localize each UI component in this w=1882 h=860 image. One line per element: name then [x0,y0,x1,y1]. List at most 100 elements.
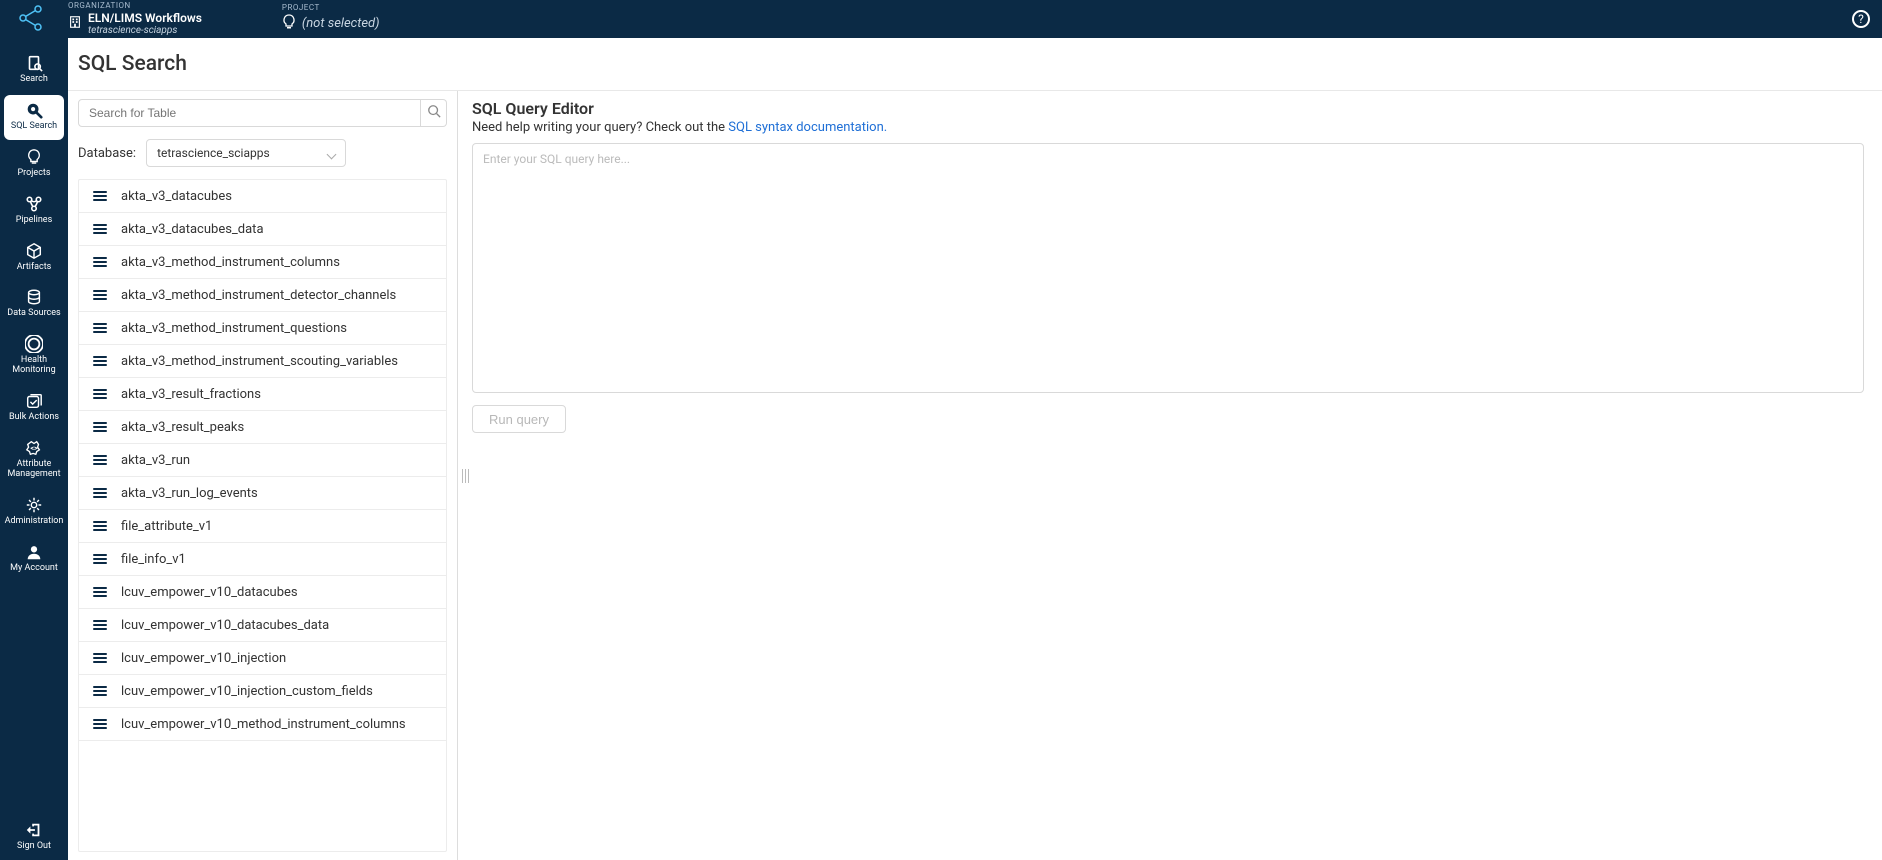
nav-pipelines-label: Pipelines [16,216,52,226]
table-icon [93,521,107,531]
side-nav: Search SQL SearchProjects Pipelines Artifac… [0,38,68,860]
sql-doc-link[interactable]: SQL syntax documentation. [728,120,887,135]
bulk-actions-icon [25,392,43,410]
tables-panel: Database: tetrascience_sciapps akta_v3_d… [68,91,458,860]
table-name: lcuv_empower_v10_method_instrument_colum… [121,717,406,732]
main-area: SearchSQL SearchProjectsPipelinesArtifac… [0,38,1882,860]
nav-data-sources[interactable]: Data Sources [4,282,64,327]
table-name: file_attribute_v1 [121,519,212,534]
table-row[interactable]: lcuv_empower_v10_method_instrument_colum… [79,708,446,741]
query-editor-help: Need help writing your query? Check out … [472,120,1864,135]
organization-label: ORGANIZATION [68,2,202,10]
table-icon [93,587,107,597]
table-row[interactable]: akta_v3_result_peaks [79,411,446,444]
sql-search-icon [25,101,43,119]
project-label: PROJECT [282,4,380,12]
table-row[interactable]: file_info_v1 [79,543,446,576]
nav-search-label: Search [20,75,48,85]
table-icon [93,191,107,201]
table-row[interactable]: akta_v3_result_fractions [79,378,446,411]
table-row[interactable]: akta_v3_run [79,444,446,477]
nav-bulk-actions[interactable]: Bulk Actions [4,386,64,431]
table-name: akta_v3_run [121,453,190,468]
search-icon [427,104,441,122]
nav-artifacts[interactable]: Artifacts [4,236,64,281]
table-row[interactable]: akta_v3_datacubes [79,180,446,213]
table-search-button[interactable] [421,99,447,127]
table-icon [93,455,107,465]
table-name: lcuv_empower_v10_datacubes [121,585,298,600]
table-row[interactable]: file_attribute_v1 [79,510,446,543]
nav-artifacts-label: Artifacts [17,263,52,273]
search-icon [25,54,43,72]
table-icon [93,422,107,432]
table-name: akta_v3_datacubes_data [121,222,264,237]
nav-sql-search[interactable]: SQL Search [4,95,64,140]
content: SQL Search Database: tetrascience_sciapp… [68,38,1882,860]
table-icon [93,488,107,498]
project-block[interactable]: PROJECT (not selected) [282,4,380,34]
table-search-input[interactable] [78,99,421,127]
table-name: akta_v3_result_fractions [121,387,261,402]
panel-splitter[interactable] [458,91,472,860]
database-select[interactable]: tetrascience_sciapps [146,139,346,167]
table-row[interactable]: akta_v3_method_instrument_questions [79,312,446,345]
lightbulb-icon [282,14,296,34]
attribute-management-icon: <> [25,439,43,457]
database-label: Database: [78,146,136,161]
organization-sub: tetrascience-sciapps [88,26,177,36]
nav-my-account[interactable]: My Account [4,537,64,582]
query-panel: SQL Query Editor Need help writing your … [472,91,1882,860]
table-row[interactable]: akta_v3_method_instrument_scouting_varia… [79,345,446,378]
table-list[interactable]: akta_v3_datacubes akta_v3_datacubes_dataa… [78,179,447,852]
nav-health-monitoring[interactable]: Health Monitoring [4,329,64,384]
nav-administration[interactable]: Administration [4,490,64,535]
data-sources-icon [25,288,43,306]
table-row[interactable]: akta_v3_run_log_events [79,477,446,510]
run-query-button[interactable]: Run query [472,405,566,433]
table-row[interactable]: akta_v3_datacubes_data [79,213,446,246]
table-row[interactable]: akta_v3_method_instrument_detector_chann… [79,279,446,312]
table-search [78,99,447,127]
help-button[interactable]: ? [1852,10,1870,28]
page-title: SQL Search [68,38,1882,91]
nav-signout-label: Sign Out [17,842,51,852]
table-name: akta_v3_method_instrument_scouting_varia… [121,354,398,369]
table-row[interactable]: lcuv_empower_v10_injection [79,642,446,675]
table-icon [93,323,107,333]
table-row[interactable]: lcuv_empower_v10_datacubes_data [79,609,446,642]
nav-signout[interactable]: Sign Out [4,815,64,860]
table-icon [93,290,107,300]
organization-block[interactable]: ORGANIZATION ELN/LIMS Workflows tetrasci… [68,2,202,35]
table-row[interactable]: akta_v3_method_instrument_columns [79,246,446,279]
nav-projects[interactable]: Projects [4,142,64,187]
splitter-grip-icon [462,469,469,483]
nav-attribute-management[interactable]: <>Attribute Management [4,433,64,488]
artifacts-icon [25,242,43,260]
table-name: file_info_v1 [121,552,186,567]
table-name: lcuv_empower_v10_injection_custom_fields [121,684,373,699]
table-name: akta_v3_method_instrument_questions [121,321,347,336]
table-name: akta_v3_datacubes [121,189,232,204]
table-row[interactable]: lcuv_empower_v10_datacubes [79,576,446,609]
table-name: lcuv_empower_v10_datacubes_data [121,618,329,633]
table-icon [93,719,107,729]
table-name: akta_v3_run_log_events [121,486,258,501]
table-icon [93,224,107,234]
help-prefix: Need help writing your query? Check out … [472,120,728,135]
sql-query-input[interactable] [472,143,1864,393]
table-row[interactable]: lcuv_empower_v10_injection_custom_fields [79,675,446,708]
my-account-icon [25,543,43,561]
table-icon [93,686,107,696]
table-name: lcuv_empower_v10_injection [121,651,286,666]
help-icon: ? [1858,12,1864,26]
nav-search[interactable]: Search [4,48,64,93]
table-name: akta_v3_method_instrument_detector_chann… [121,288,396,303]
nav-health-monitoring-label: Health Monitoring [4,356,64,376]
work-area: Database: tetrascience_sciapps akta_v3_d… [68,91,1882,860]
svg-text:<>: <> [30,444,38,453]
nav-pipelines[interactable]: Pipelines [4,189,64,234]
table-icon [93,620,107,630]
nav-my-account-label: My Account [10,564,58,574]
nav-bulk-actions-label: Bulk Actions [9,413,59,423]
